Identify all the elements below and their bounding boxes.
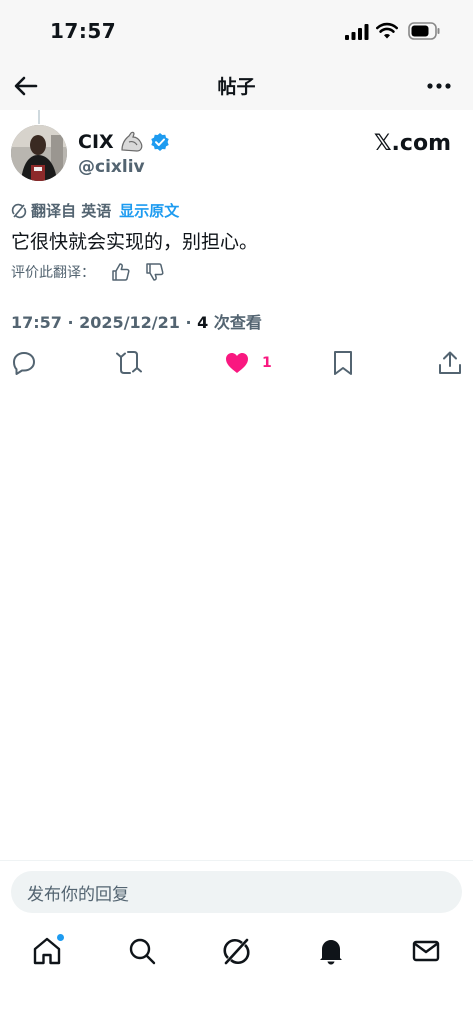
wifi-icon (376, 22, 398, 39)
thumbs-down-icon[interactable] (145, 262, 165, 282)
reply-input[interactable]: 发布你的回复 (11, 871, 462, 913)
share-icon (439, 351, 461, 374)
retweet-button[interactable] (116, 350, 142, 376)
tab-grok[interactable] (221, 936, 251, 966)
tab-search[interactable] (127, 936, 157, 966)
views-count: 4 (197, 313, 209, 332)
unread-dot (57, 934, 64, 941)
tweet-meta: 17:57 · 2025/12/21 · 4 次查看 (11, 309, 262, 333)
more-options-icon[interactable] (425, 72, 453, 100)
show-original-link[interactable]: 显示原文 (119, 200, 179, 221)
status-time: 17:57 (50, 19, 117, 43)
translate-icon (11, 203, 27, 218)
bookmark-button[interactable] (330, 350, 356, 376)
thumbs-up-icon[interactable] (111, 262, 131, 282)
home-icon (33, 937, 61, 965)
status-bar: 17:57 (0, 0, 473, 62)
author-name-row: CIX (78, 130, 170, 154)
divider (0, 860, 473, 861)
avatar-image (11, 125, 67, 181)
search-icon (129, 938, 156, 965)
signal-icon (345, 24, 369, 40)
meta-separator: · (61, 313, 80, 332)
bookmark-icon (334, 351, 352, 375)
tweet-text: 它很快就会实现的，别担心。 (11, 231, 259, 253)
thread-connector (38, 110, 40, 124)
messages-icon (412, 940, 440, 962)
author-name[interactable]: CIX (78, 131, 114, 153)
page-title: 帖子 (217, 76, 256, 98)
tweet-time: 17:57 (11, 313, 62, 332)
reply-button[interactable] (11, 350, 37, 376)
author-handle[interactable]: @cixliv (78, 157, 145, 177)
translated-from-label: 翻译自 英语 (31, 202, 112, 220)
grok-icon (223, 938, 250, 965)
rate-translation-row: 评价此翻译： (11, 262, 165, 282)
retweet-icon (116, 351, 142, 374)
translation-row: 翻译自 英语 显示原文 (11, 200, 179, 221)
meta-separator-2: · (179, 313, 198, 332)
reply-placeholder: 发布你的回复 (27, 884, 129, 905)
nav-bar: 帖子 (0, 62, 473, 110)
battery-icon (408, 22, 440, 40)
share-button[interactable] (437, 350, 463, 376)
tab-notifications[interactable] (316, 936, 346, 966)
like-count: 1 (262, 355, 272, 371)
tweet-date: 2025/12/21 (79, 313, 180, 332)
notifications-icon (320, 940, 342, 965)
rate-translation-label: 评价此翻译： (11, 265, 95, 281)
views-label: 次查看 (208, 313, 262, 332)
tab-messages[interactable] (411, 936, 441, 966)
flexed-biceps-emoji-icon (121, 131, 143, 152)
reply-icon (13, 352, 35, 375)
avatar[interactable] (11, 125, 67, 181)
like-button[interactable]: 1 (224, 350, 272, 376)
verified-badge-icon (150, 133, 169, 151)
like-icon (226, 353, 248, 373)
x-com-brand[interactable]: 𝕏.com (374, 131, 451, 156)
tab-home[interactable] (32, 934, 64, 966)
